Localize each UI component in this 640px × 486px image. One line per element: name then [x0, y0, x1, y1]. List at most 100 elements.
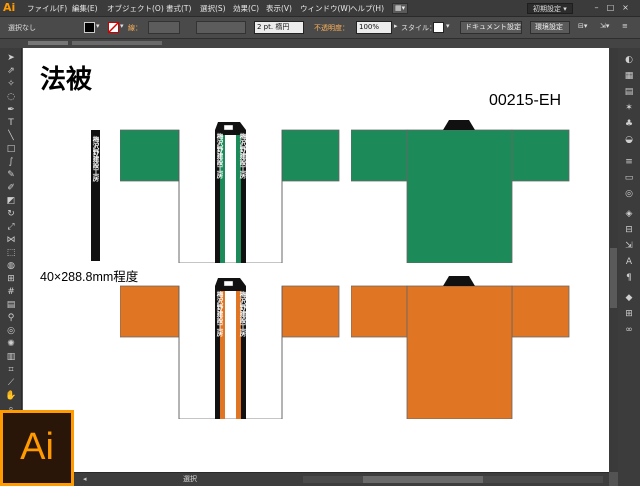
brushes-panel-icon[interactable]: ✶	[622, 102, 636, 114]
menu-type[interactable]: 書式(T)	[166, 0, 191, 17]
graphic-styles-panel-icon[interactable]: ◒	[622, 134, 636, 146]
column-graph-tool-icon[interactable]: ▥	[4, 351, 18, 363]
preferences-button[interactable]: 環境設定	[530, 21, 570, 34]
transparency-panel-icon[interactable]: ◎	[622, 188, 636, 200]
hand-tool-icon[interactable]: ✋	[4, 390, 18, 402]
fill-swatch[interactable]	[84, 22, 95, 33]
paintbrush-tool-icon[interactable]: ∫	[4, 156, 18, 168]
scale-tool-icon[interactable]: ⤢	[4, 221, 18, 233]
stroke-label[interactable]: 線：	[128, 23, 142, 33]
garment-body	[120, 285, 340, 419]
vertical-scroll-thumb[interactable]	[610, 248, 617, 308]
links-panel-icon[interactable]: ∞	[622, 324, 636, 336]
brush-definition-field[interactable]: 2 pt. 楕円	[254, 21, 304, 34]
horizontal-scroll-thumb[interactable]	[363, 476, 483, 483]
character-panel-icon[interactable]: A	[622, 256, 636, 268]
mesh-tool-icon[interactable]: #	[4, 286, 18, 298]
stroke-weight-field[interactable]	[148, 21, 180, 34]
color-panel-icon[interactable]: ◐	[622, 54, 636, 66]
happi-orange-back[interactable]	[351, 273, 573, 419]
artboards-panel-icon[interactable]: ⊞	[622, 308, 636, 320]
collar-text: 梅沢野建設工房	[91, 136, 99, 182]
opacity-dropdown-icon[interactable]: ▸	[394, 22, 398, 30]
swatches-panel-icon[interactable]: ▤	[622, 86, 636, 98]
perspective-grid-tool-icon[interactable]: ⊞	[4, 273, 18, 285]
free-transform-tool-icon[interactable]: ⬚	[4, 247, 18, 259]
fill-dropdown-icon[interactable]: ▾	[96, 22, 100, 30]
menu-edit[interactable]: 編集(E)	[72, 0, 98, 17]
line-tool-icon[interactable]: ╲	[4, 130, 18, 142]
eraser-tool-icon[interactable]: ◩	[4, 195, 18, 207]
layers-panel-icon[interactable]: ◆	[622, 292, 636, 304]
control-bar: 選択なし ▾ ▾ 線： 2 pt. 楕円 不透明度： 100% ▸ スタイル： …	[0, 17, 640, 39]
vertical-scrollbar[interactable]	[609, 48, 618, 472]
collar-band-preview[interactable]: 梅沢野建設工房	[91, 130, 100, 261]
rotate-tool-icon[interactable]: ↻	[4, 208, 18, 220]
direct-selection-tool-icon[interactable]: ⇗	[4, 65, 18, 77]
color-guide-panel-icon[interactable]: ▦	[622, 70, 636, 82]
selection-tool-icon[interactable]: ➤	[4, 52, 18, 64]
back-collar	[443, 120, 475, 130]
collar-text-right: 梅沢野建設工房	[238, 291, 246, 337]
style-dropdown-icon[interactable]: ▾	[446, 22, 450, 30]
symbols-panel-icon[interactable]: ♣	[622, 118, 636, 130]
stroke-swatch[interactable]	[108, 22, 119, 33]
width-tool-icon[interactable]: ⋈	[4, 234, 18, 246]
first-artboard-icon[interactable]: ◂	[83, 475, 94, 484]
panel-menu-icon[interactable]: ≡	[622, 22, 628, 30]
workspace-switcher[interactable]: 初期設定 ▾	[527, 3, 573, 14]
menu-effect[interactable]: 効果(C)	[233, 0, 259, 17]
close-icon[interactable]: ×	[620, 3, 631, 14]
type-tool-icon[interactable]: T	[4, 117, 18, 129]
blob-brush-tool-icon[interactable]: ✐	[4, 182, 18, 194]
opacity-label[interactable]: 不透明度：	[314, 23, 349, 33]
style-label: スタイル：	[401, 24, 436, 32]
app-logo: Ai	[3, 1, 16, 14]
menu-file[interactable]: ファイル(F)	[27, 0, 67, 17]
gradient-panel-icon[interactable]: ▭	[622, 172, 636, 184]
current-tool-status: 選択	[183, 475, 197, 483]
symbol-sprayer-tool-icon[interactable]: ✺	[4, 338, 18, 350]
menu-select[interactable]: 選択(S)	[200, 0, 226, 17]
document-tab-strip[interactable]	[0, 39, 640, 48]
minimize-icon[interactable]: –	[591, 3, 602, 14]
stroke-panel-icon[interactable]: ≡	[622, 156, 636, 168]
document-tab[interactable]	[28, 41, 68, 45]
artboard[interactable]: 法被 00215-EH 40×288.8mm程度 梅沢野建設工房 梅沢野建設工房…	[23, 48, 609, 472]
menu-help[interactable]: ヘルプ(H)	[350, 0, 384, 17]
pen-tool-icon[interactable]: ✒	[4, 104, 18, 116]
gradient-tool-icon[interactable]: ▤	[4, 299, 18, 311]
rectangle-tool-icon[interactable]: □	[4, 143, 18, 155]
arrange-icon[interactable]: ▦▾	[392, 3, 409, 14]
align-panel-icon[interactable]: ⊟	[622, 224, 636, 236]
shape-builder-tool-icon[interactable]: ◍	[4, 260, 18, 272]
align-icon[interactable]: ⊟▾	[578, 22, 587, 30]
artboard-tool-icon[interactable]: ⌗	[4, 364, 18, 376]
happi-green-front[interactable]	[120, 117, 342, 263]
opacity-field[interactable]: 100%	[356, 21, 392, 34]
horizontal-scrollbar[interactable]	[303, 476, 603, 483]
slice-tool-icon[interactable]: ⟋	[4, 377, 18, 389]
document-tab[interactable]	[72, 41, 162, 45]
menu-object[interactable]: オブジェクト(O)	[107, 0, 164, 17]
pencil-tool-icon[interactable]: ✎	[4, 169, 18, 181]
appearance-panel-icon[interactable]: ◈	[622, 208, 636, 220]
garment-body	[406, 285, 513, 419]
lasso-tool-icon[interactable]: ◌	[4, 91, 18, 103]
menu-window[interactable]: ウィンドウ(W)	[300, 0, 351, 17]
style-swatch[interactable]	[433, 22, 444, 33]
magic-wand-tool-icon[interactable]: ✧	[4, 78, 18, 90]
document-settings-button[interactable]: ドキュメント設定	[460, 21, 522, 34]
blend-tool-icon[interactable]: ◎	[4, 325, 18, 337]
eyedropper-tool-icon[interactable]: ⚲	[4, 312, 18, 324]
menu-view[interactable]: 表示(V)	[266, 0, 292, 17]
happi-orange-front[interactable]	[120, 273, 342, 419]
transform-icon[interactable]: ⇲▾	[600, 22, 609, 30]
stroke-dropdown-icon[interactable]: ▾	[120, 22, 124, 30]
transform-panel-icon[interactable]: ⇲	[622, 240, 636, 252]
happi-green-back[interactable]	[351, 117, 573, 263]
maximize-icon[interactable]: □	[605, 3, 616, 14]
variable-width-field[interactable]	[196, 21, 246, 34]
panel-dock: ◐ ▦ ▤ ✶ ♣ ◒ ≡ ▭ ◎ ◈ ⊟ ⇲ A ¶ ◆ ⊞ ∞	[618, 48, 640, 486]
paragraph-panel-icon[interactable]: ¶	[622, 272, 636, 284]
